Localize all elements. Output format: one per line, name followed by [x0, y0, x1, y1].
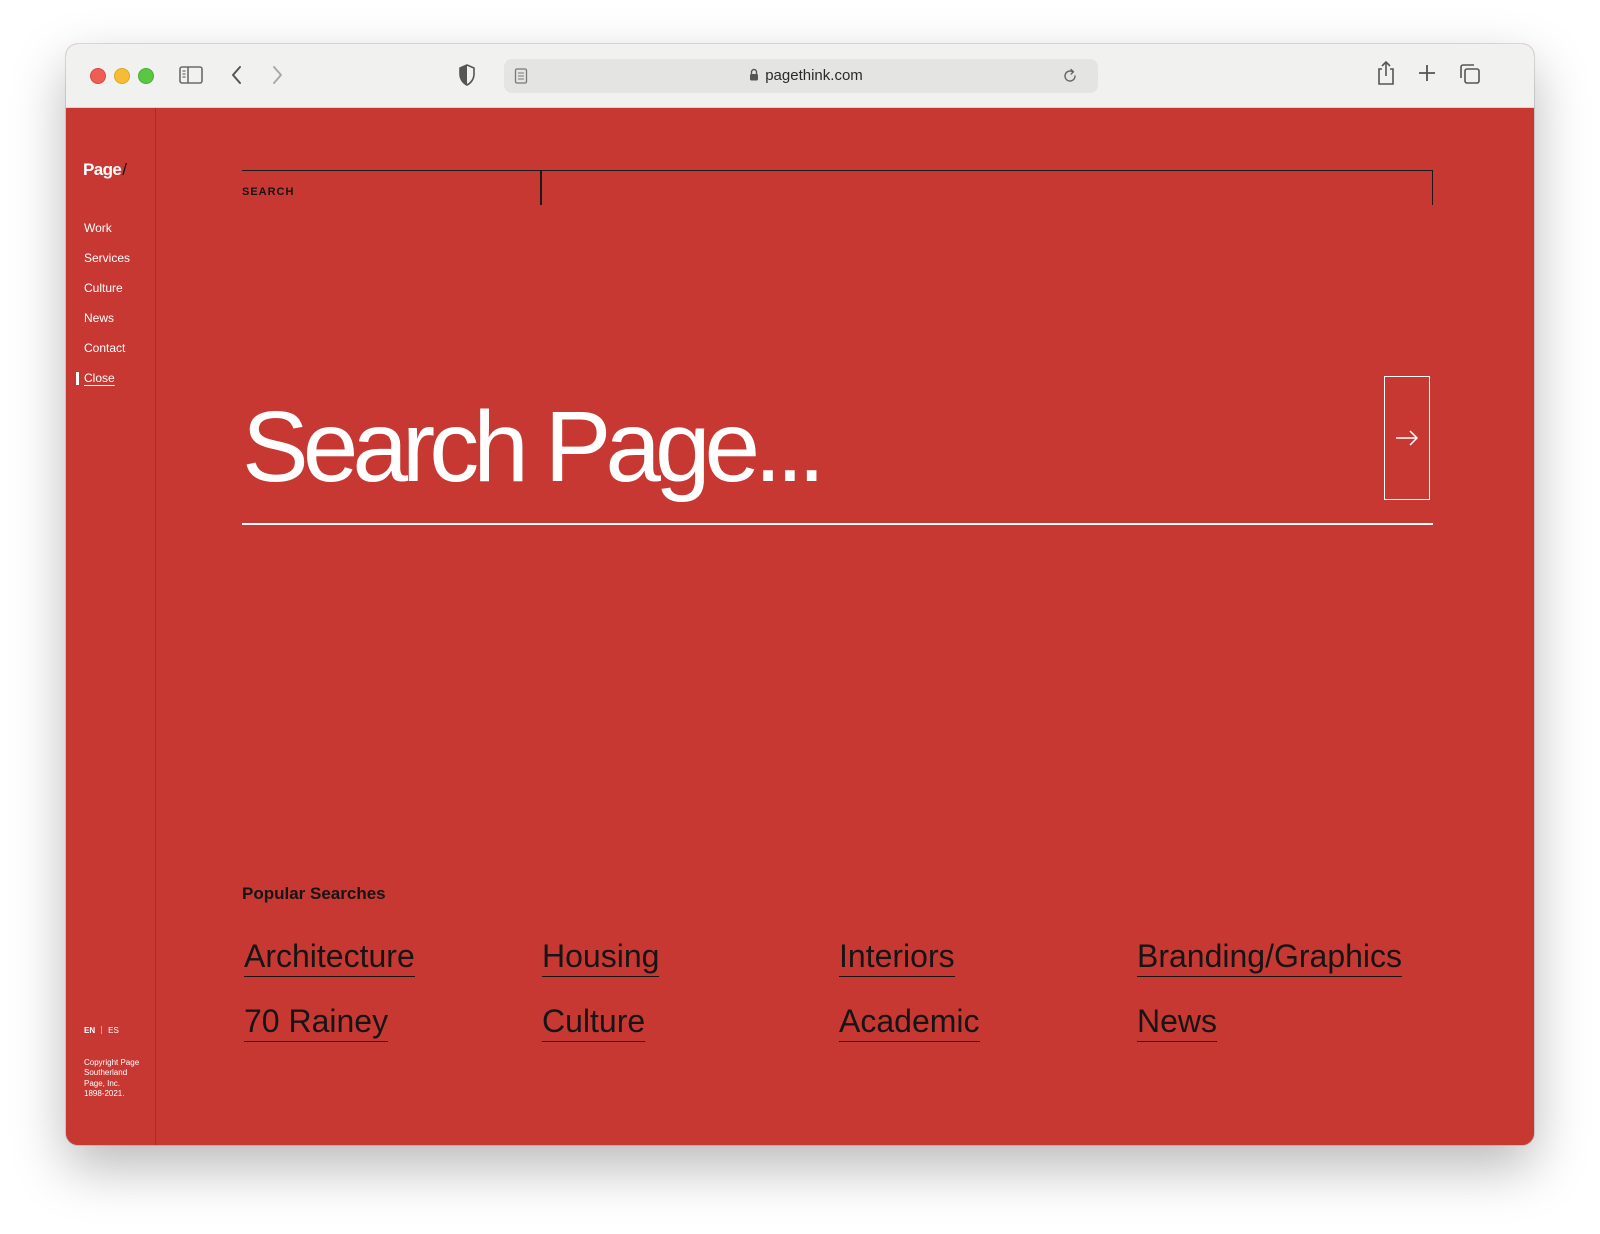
nav-item-contact[interactable]: Contact	[84, 340, 130, 370]
search-underline	[242, 523, 1433, 525]
logo-slash: /	[122, 160, 127, 179]
lang-en-link[interactable]: EN	[84, 1026, 95, 1035]
popular-link-branding-graphics[interactable]: Branding/Graphics	[1137, 938, 1403, 977]
sidebar: Page/ Work Services Culture News Contact…	[66, 108, 156, 1145]
zoom-window-button[interactable]	[138, 68, 154, 84]
browser-window: pagethink.com Page/ Work Services Cultur…	[66, 44, 1534, 1145]
nav-item-work[interactable]: Work	[84, 220, 130, 250]
tab-overview-icon[interactable]	[1459, 63, 1481, 85]
nav-item-close[interactable]: Close	[75, 370, 130, 400]
lock-icon	[750, 68, 759, 81]
forward-chevron-icon[interactable]	[270, 64, 284, 86]
nav-item-news[interactable]: News	[84, 310, 130, 340]
nav-item-culture[interactable]: Culture	[84, 280, 130, 310]
search-submit-button[interactable]	[1384, 376, 1430, 500]
language-switcher: EN ES	[84, 1026, 119, 1035]
new-tab-plus-icon[interactable]	[1418, 64, 1436, 82]
close-window-button[interactable]	[90, 68, 106, 84]
web-page: Page/ Work Services Culture News Contact…	[66, 108, 1534, 1145]
reload-icon[interactable]	[1062, 68, 1078, 84]
logo-text: Page	[83, 160, 122, 179]
popular-link-housing[interactable]: Housing	[542, 938, 660, 977]
search-header-divider	[540, 171, 542, 205]
minimize-window-button[interactable]	[114, 68, 130, 84]
url-text[interactable]: pagethink.com	[504, 59, 1098, 93]
search-input[interactable]	[242, 392, 1362, 502]
lang-es-link[interactable]: ES	[108, 1026, 119, 1035]
url-label: pagethink.com	[765, 67, 863, 84]
lang-divider	[101, 1026, 103, 1034]
page-logo[interactable]: Page/	[83, 160, 127, 180]
popular-link-architecture[interactable]: Architecture	[244, 938, 415, 977]
share-icon[interactable]	[1376, 60, 1396, 86]
arrow-right-icon	[1396, 430, 1419, 446]
main-nav: Work Services Culture News Contact Close	[75, 220, 130, 400]
browser-toolbar: pagethink.com	[66, 44, 1534, 108]
copyright-text: Copyright Page Southerland Page, Inc. 18…	[84, 1058, 140, 1099]
nav-item-services[interactable]: Services	[84, 250, 130, 280]
popular-searches-heading: Popular Searches	[242, 884, 386, 903]
popular-link-academic[interactable]: Academic	[839, 1003, 980, 1042]
address-bar[interactable]: pagethink.com	[504, 59, 1098, 93]
sidebar-toggle-icon[interactable]	[179, 65, 203, 85]
privacy-shield-icon[interactable]	[458, 64, 476, 86]
popular-link-70-rainey[interactable]: 70 Rainey	[244, 1003, 389, 1042]
popular-link-culture[interactable]: Culture	[542, 1003, 646, 1042]
popular-link-news[interactable]: News	[1137, 1003, 1218, 1042]
search-header-bar: SEARCH	[242, 170, 1433, 205]
back-chevron-icon[interactable]	[230, 64, 244, 86]
search-label: SEARCH	[242, 186, 295, 198]
popular-link-interiors[interactable]: Interiors	[839, 938, 955, 977]
